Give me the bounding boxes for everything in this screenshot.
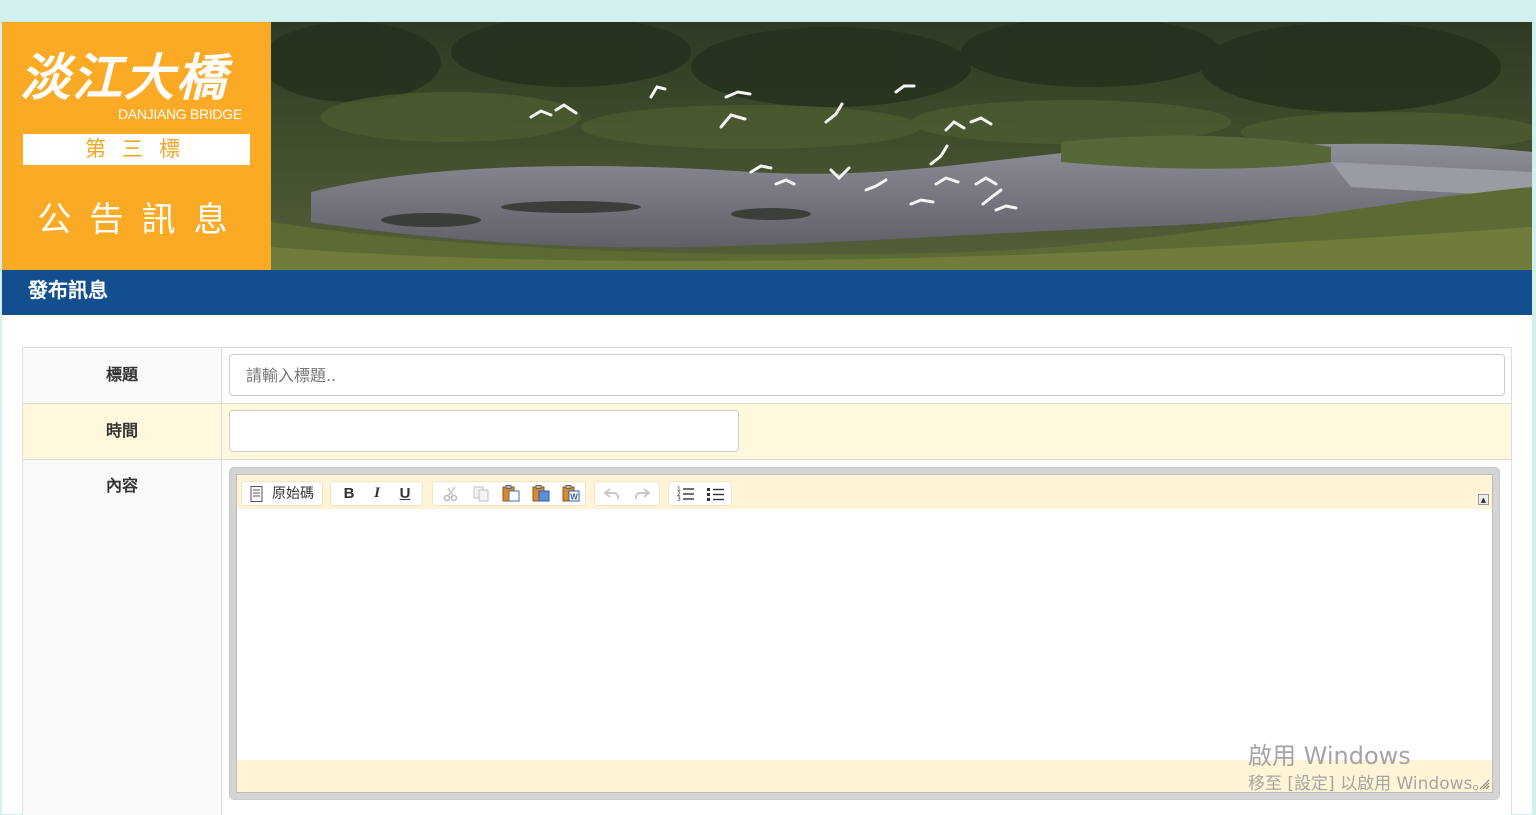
svg-text:3: 3: [677, 496, 681, 502]
toolbar-group-history: [594, 481, 660, 506]
form-row-time: 時間: [23, 404, 1511, 460]
toolbar-group-lists: 1 2 3: [668, 481, 732, 506]
bulleted-list-icon: [707, 488, 724, 501]
time-input[interactable]: [229, 410, 739, 452]
paste-text-button[interactable]: [527, 482, 555, 505]
italic-button[interactable]: I: [365, 482, 389, 505]
logo-title: 淡江大橋: [20, 48, 228, 107]
svg-text:W: W: [570, 493, 578, 502]
copy-button[interactable]: [467, 482, 495, 505]
copy-icon: [473, 486, 489, 502]
cut-icon: [443, 486, 458, 502]
logo-section-title: 公告訊息: [37, 200, 246, 240]
numbered-list-icon: 1 2 3: [677, 486, 694, 502]
paste-button[interactable]: [497, 482, 525, 505]
editor-toolbar: 原始碼 B I U W 1 2 3 ▲: [237, 475, 1492, 509]
logo-subtitle: DANJIANG BRIDGE: [118, 106, 242, 122]
page: 淡江大橋 DANJIANG BRIDGE 第三標 公告訊息 發布訊息 標題 請輸…: [2, 22, 1532, 815]
underline-button[interactable]: U: [393, 482, 417, 505]
windows-activation-title: 啟用 Windows: [1248, 742, 1411, 770]
page-title: 發布訊息: [28, 278, 108, 302]
title-label: 標題: [23, 348, 222, 403]
undo-icon: [604, 488, 619, 499]
toolbar-group-source: 原始碼: [241, 481, 323, 506]
collapse-icon[interactable]: ▲: [1478, 494, 1489, 505]
title-input[interactable]: [229, 354, 1505, 396]
toolbar-group-clipboard: W: [432, 481, 586, 506]
banner-landscape-image: [271, 22, 1532, 270]
cut-button[interactable]: [437, 482, 465, 505]
bulleted-list-button[interactable]: [701, 482, 731, 505]
redo-button[interactable]: [627, 482, 657, 505]
redo-icon: [635, 488, 650, 499]
page-header-bar: 發布訊息: [2, 270, 1532, 315]
paste-text-icon: [532, 485, 550, 502]
time-label: 時間: [23, 404, 222, 459]
form-row-title: 標題: [23, 348, 1511, 404]
content-label: 內容: [23, 460, 222, 815]
source-button[interactable]: 原始碼: [242, 482, 322, 505]
bold-button[interactable]: B: [337, 482, 361, 505]
paste-word-button[interactable]: W: [557, 482, 585, 505]
windows-activation-message: 移至 [設定] 以啟用 Windows。: [1248, 774, 1490, 794]
paste-icon: [502, 485, 520, 502]
logo-badge: 第三標: [23, 134, 250, 165]
paste-word-icon: W: [562, 485, 580, 502]
numbered-list-button[interactable]: 1 2 3: [671, 482, 701, 505]
banner: 淡江大橋 DANJIANG BRIDGE 第三標 公告訊息: [2, 22, 1532, 270]
editor-content-area[interactable]: [237, 509, 1492, 760]
source-button-label: 原始碼: [272, 486, 314, 502]
site-logo[interactable]: 淡江大橋 DANJIANG BRIDGE 第三標 公告訊息: [2, 22, 271, 270]
toolbar-group-format: B I U: [330, 481, 423, 506]
undo-button[interactable]: [597, 482, 627, 505]
document-icon: [250, 486, 263, 502]
